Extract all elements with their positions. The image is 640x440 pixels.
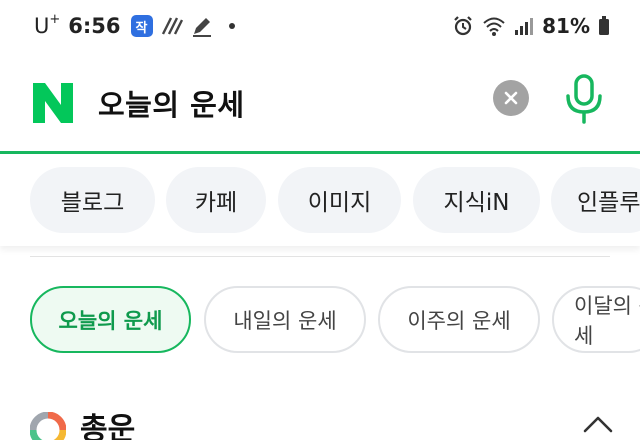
search-query-text[interactable]: 오늘의 운세 — [98, 82, 245, 124]
signal-icon — [514, 16, 534, 36]
battery-icon — [598, 16, 610, 36]
microphone-icon — [566, 74, 602, 124]
alarm-icon — [452, 15, 474, 37]
status-bar-right: 81% — [444, 12, 610, 40]
stripes-icon — [161, 16, 183, 36]
chevron-up-icon[interactable] — [582, 414, 614, 434]
section-title: 총운 — [80, 412, 136, 440]
pen-icon — [191, 15, 213, 37]
tab-this-month-fortune[interactable]: 이달의 운세 — [552, 286, 640, 353]
wifi-icon — [482, 15, 506, 37]
clock: 6:56 — [68, 14, 121, 38]
voice-search-button[interactable] — [562, 72, 606, 126]
tab-cafe[interactable]: 카페 — [166, 167, 266, 233]
naver-logo-icon[interactable] — [30, 80, 76, 126]
status-bar: U+ 6:56 작 81% — [0, 0, 640, 52]
carrier-label: U+ — [34, 12, 61, 38]
search-bar: 오늘의 운세 — [0, 62, 640, 152]
clear-search-button[interactable] — [493, 80, 529, 116]
tab-today-fortune[interactable]: 오늘의 운세 — [30, 286, 191, 353]
search-category-tabs: 블로그 카페 이미지 지식iN 인플루 — [0, 154, 640, 246]
more-notifications-dot — [228, 23, 235, 29]
battery-percent: 81% — [542, 14, 590, 38]
fortune-ring-icon — [29, 411, 67, 440]
status-bar-left: U+ 6:56 작 — [34, 12, 235, 40]
tab-image[interactable]: 이미지 — [278, 167, 401, 233]
tab-knowledge-in[interactable]: 지식iN — [413, 167, 540, 233]
tab-blog[interactable]: 블로그 — [30, 167, 155, 233]
close-icon — [504, 91, 518, 105]
divider — [30, 256, 610, 257]
tab-tomorrow-fortune[interactable]: 내일의 운세 — [204, 286, 366, 353]
app-notification-badge: 작 — [130, 15, 153, 37]
tab-this-week-fortune[interactable]: 이주의 운세 — [378, 286, 540, 353]
tab-influencer[interactable]: 인플루 — [551, 167, 640, 233]
